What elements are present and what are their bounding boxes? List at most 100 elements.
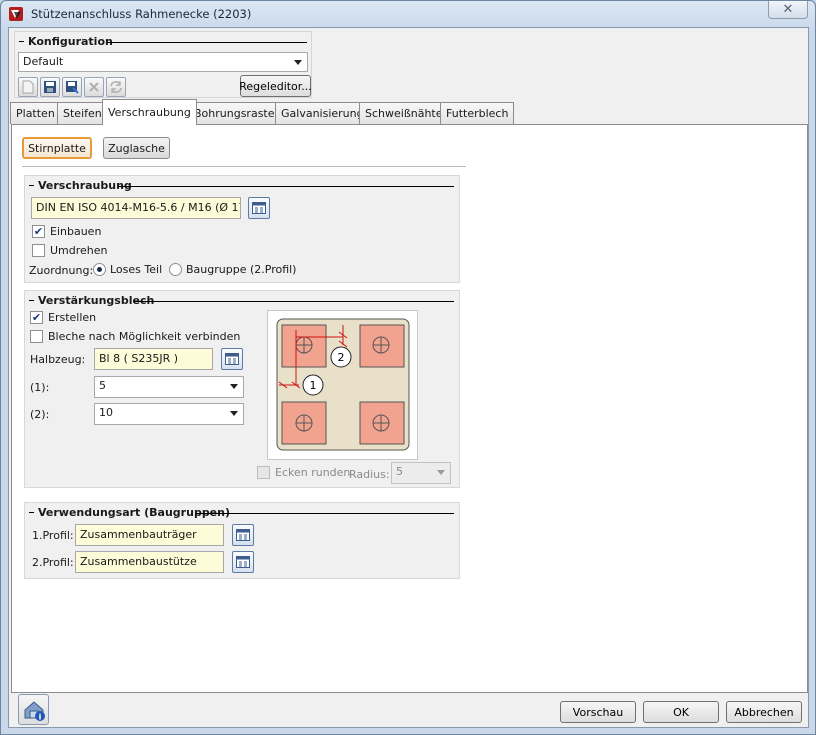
- tab-label: Steifen: [63, 107, 102, 120]
- new-config-button[interactable]: [18, 77, 38, 97]
- tab-label: Futterblech: [446, 107, 509, 120]
- checkbox-label: Ecken runden: [275, 466, 351, 479]
- cancel-button[interactable]: Abbrechen: [726, 701, 802, 723]
- tab-schweissnaehte[interactable]: Schweißnähte: [359, 102, 449, 124]
- umdrehen-checkbox[interactable]: Umdrehen: [32, 244, 108, 257]
- radio-label: Baugruppe (2.Profil): [186, 263, 297, 276]
- config-group: Konfiguration Default Regeleditor...: [14, 31, 312, 98]
- radio-label: Loses Teil: [110, 263, 163, 276]
- refresh-config-button[interactable]: [106, 77, 126, 97]
- subtab-stirnplatte[interactable]: Stirnplatte: [22, 137, 92, 159]
- checkbox-label: Einbauen: [50, 225, 102, 238]
- subtab-label: Zuglasche: [108, 141, 165, 155]
- verschraubung-group: Verschraubung DIN EN ISO 4014-M16-5.6 / …: [24, 175, 460, 283]
- tab-bohrungsraster[interactable]: Bohrungsraster: [188, 102, 286, 124]
- save-as-config-button[interactable]: [62, 77, 82, 97]
- verwendung-group: Verwendungsart (Baugruppen) 1.Profil: Zu…: [24, 502, 460, 579]
- config-heading: Konfiguration: [19, 35, 113, 48]
- dim2-select[interactable]: 10: [94, 403, 244, 425]
- radio-loses-teil[interactable]: Loses Teil: [93, 263, 162, 276]
- app-icon: [9, 7, 23, 21]
- verstaerkung-group: Verstärkungsblech ✔ Erstellen Bleche nac…: [24, 290, 460, 488]
- tab-label: Bohrungsraster: [194, 107, 280, 120]
- halbzeug-field[interactable]: Bl 8 ( S235JR ): [94, 348, 213, 370]
- rule-editor-label: Regeleditor...: [239, 79, 312, 93]
- button-label: Abbrechen: [734, 705, 794, 719]
- dim1-select[interactable]: 5: [94, 376, 244, 398]
- tab-label: Schweißnähte: [365, 107, 443, 120]
- pad-top-left: [281, 324, 327, 368]
- einbauen-checkbox[interactable]: ✔ Einbauen: [32, 225, 101, 238]
- bolt-catalog-button[interactable]: [248, 197, 270, 219]
- erstellen-checkbox[interactable]: ✔ Erstellen: [30, 311, 96, 324]
- tab-steifen[interactable]: Steifen: [57, 102, 108, 124]
- button-label: Vorschau: [572, 705, 624, 719]
- profil1-catalog-button[interactable]: [232, 524, 254, 546]
- chevron-down-icon: [437, 470, 445, 475]
- profil2-catalog-button[interactable]: [232, 551, 254, 573]
- pad-bottom-right: [359, 401, 405, 445]
- tab-futterblech[interactable]: Futterblech: [440, 102, 515, 124]
- config-select[interactable]: Default: [18, 52, 308, 72]
- chevron-down-icon: [230, 411, 238, 416]
- profil1-value: Zusammenbauträger: [80, 528, 197, 541]
- config-selected-value: Default: [23, 55, 64, 68]
- radio-selected-icon: [93, 263, 106, 276]
- save-icon: [44, 81, 56, 93]
- group-rule: [195, 513, 454, 514]
- close-icon: ✕: [782, 2, 794, 17]
- tab-platten[interactable]: Platten: [10, 102, 61, 124]
- verschraubung-heading: Verschraubung: [29, 179, 132, 192]
- title-bar[interactable]: Stützenanschluss Rahmenecke (2203) ✕: [1, 1, 815, 27]
- dim1-label: (1):: [30, 381, 50, 394]
- tab-label: Verschraubung: [108, 106, 191, 119]
- ecken-runden-checkbox[interactable]: Ecken runden: [257, 466, 350, 479]
- checkbox-box: [30, 330, 43, 343]
- help-info-icon: i: [24, 700, 45, 721]
- config-rule: [107, 42, 307, 43]
- new-icon: [22, 80, 34, 94]
- profil2-field[interactable]: Zusammenbaustütze: [75, 551, 224, 573]
- radius-select[interactable]: 5: [391, 462, 451, 484]
- svg-text:i: i: [38, 712, 41, 721]
- subtab-label: Stirnplatte: [28, 141, 86, 155]
- dialog-window: Stützenanschluss Rahmenecke (2203) ✕ Kon…: [0, 0, 816, 735]
- pad-bottom-left: [281, 401, 327, 445]
- catalog-icon: [236, 556, 250, 568]
- radio-baugruppe[interactable]: Baugruppe (2.Profil): [169, 263, 296, 276]
- checkbox-label: Bleche nach Möglichkeit verbinden: [48, 330, 241, 343]
- rule-editor-button[interactable]: Regeleditor...: [239, 75, 312, 97]
- dim1-value: 5: [99, 379, 106, 392]
- chevron-down-icon: [294, 60, 302, 65]
- halbzeug-value: Bl 8 ( S235JR ): [99, 352, 179, 365]
- subtab-zuglasche[interactable]: Zuglasche: [103, 137, 170, 159]
- tab-label: Galvanisierung: [281, 107, 364, 120]
- window-title: Stützenanschluss Rahmenecke (2203): [31, 7, 252, 21]
- halbzeug-label: Halbzeug:: [30, 353, 86, 366]
- ok-button[interactable]: OK: [643, 701, 719, 723]
- diagram-mark-1: 1: [310, 379, 317, 392]
- preview-button[interactable]: Vorschau: [560, 701, 636, 723]
- checkbox-box: [257, 466, 270, 479]
- halbzeug-catalog-button[interactable]: [221, 348, 243, 370]
- delete-config-button[interactable]: [84, 77, 104, 97]
- radius-label: Radius:: [349, 468, 390, 481]
- profil1-field[interactable]: Zusammenbauträger: [75, 524, 224, 546]
- close-button[interactable]: ✕: [768, 1, 808, 19]
- catalog-icon: [236, 529, 250, 541]
- save-config-button[interactable]: [40, 77, 60, 97]
- tab-galvanisierung[interactable]: Galvanisierung: [275, 102, 370, 124]
- radius-value: 5: [396, 465, 403, 478]
- refresh-icon: [110, 81, 122, 93]
- checkmark-icon: ✔: [30, 311, 43, 324]
- verbinden-checkbox[interactable]: Bleche nach Möglichkeit verbinden: [30, 330, 240, 343]
- tab-label: Platten: [16, 107, 55, 120]
- dim2-label: (2):: [30, 408, 50, 421]
- profil2-value: Zusammenbaustütze: [80, 555, 197, 568]
- zuordnung-label: Zuordnung:: [29, 264, 94, 277]
- diagram-mark-2: 2: [338, 351, 345, 364]
- bolt-field[interactable]: DIN EN ISO 4014-M16-5.6 / M16 (Ø 17,5): [31, 197, 241, 219]
- divider: [22, 166, 466, 167]
- help-button[interactable]: i: [18, 694, 49, 725]
- tab-verschraubung[interactable]: Verschraubung: [102, 99, 197, 125]
